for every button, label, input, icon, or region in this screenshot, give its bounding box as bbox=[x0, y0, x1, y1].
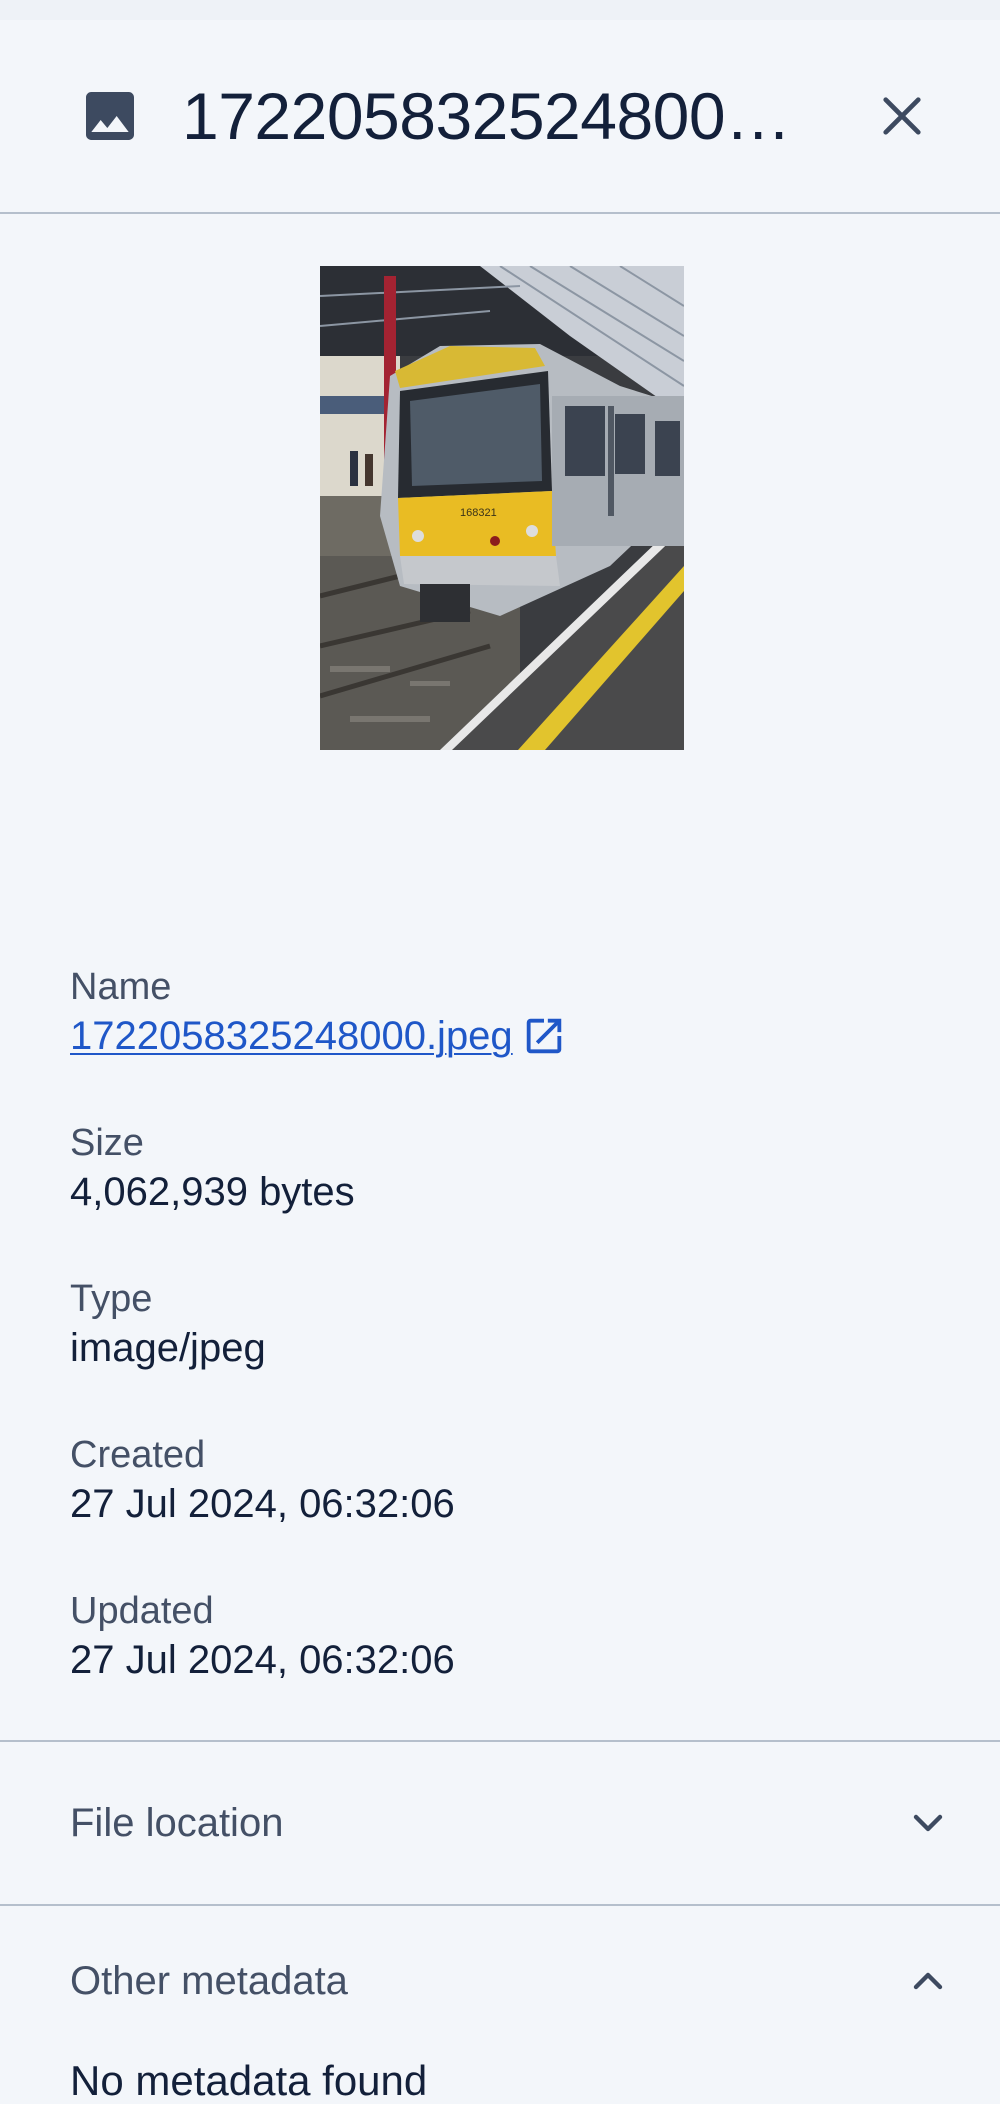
close-button[interactable] bbox=[872, 86, 932, 146]
page-title: 172205832524800… bbox=[182, 83, 791, 149]
close-icon bbox=[883, 97, 921, 135]
created-value: 27 Jul 2024, 06:32:06 bbox=[70, 1482, 455, 1526]
panel-header: 172205832524800… bbox=[0, 20, 1000, 214]
size-label: Size bbox=[70, 1122, 144, 1164]
other-metadata-body: No metadata found bbox=[0, 2056, 1000, 2104]
created-label: Created bbox=[70, 1434, 206, 1476]
size-value: 4,062,939 bytes bbox=[70, 1170, 355, 1214]
updated-value: 27 Jul 2024, 06:32:06 bbox=[70, 1638, 455, 1682]
name-field: Name 1722058325248000.jpeg bbox=[70, 964, 930, 1062]
file-location-label: File location bbox=[70, 1800, 284, 1845]
created-field: Created 27 Jul 2024, 06:32:06 bbox=[70, 1432, 930, 1530]
file-name-link[interactable]: 1722058325248000.jpeg bbox=[70, 1010, 513, 1062]
chevron-down-icon bbox=[913, 1814, 943, 1832]
svg-text:168321: 168321 bbox=[460, 507, 497, 519]
updated-field: Updated 27 Jul 2024, 06:32:06 bbox=[70, 1588, 930, 1686]
chevron-up-icon bbox=[913, 1972, 943, 1990]
top-strip bbox=[0, 0, 1000, 20]
file-location-section[interactable]: File location bbox=[0, 1740, 1000, 1904]
other-metadata-label: Other metadata bbox=[70, 1958, 348, 2003]
type-field: Type image/jpeg bbox=[70, 1276, 930, 1374]
preview-area: 168321 bbox=[0, 214, 1000, 964]
name-label: Name bbox=[70, 966, 172, 1008]
file-details: Name 1722058325248000.jpeg Size 4,062,93… bbox=[0, 964, 1000, 1686]
file-details-panel: 172205832524800… 168321 Name 17220583252… bbox=[0, 0, 1000, 2104]
updated-label: Updated bbox=[70, 1590, 214, 1632]
open-in-new-icon[interactable] bbox=[521, 1013, 567, 1059]
no-metadata-text: No metadata found bbox=[70, 2057, 428, 2104]
image-icon bbox=[86, 92, 134, 140]
other-metadata-section[interactable]: Other metadata bbox=[0, 1904, 1000, 2056]
type-label: Type bbox=[70, 1278, 153, 1320]
size-field: Size 4,062,939 bytes bbox=[70, 1120, 930, 1218]
image-preview[interactable]: 168321 bbox=[319, 266, 684, 750]
type-value: image/jpeg bbox=[70, 1326, 266, 1370]
name-link-row: 1722058325248000.jpeg bbox=[70, 1010, 930, 1062]
